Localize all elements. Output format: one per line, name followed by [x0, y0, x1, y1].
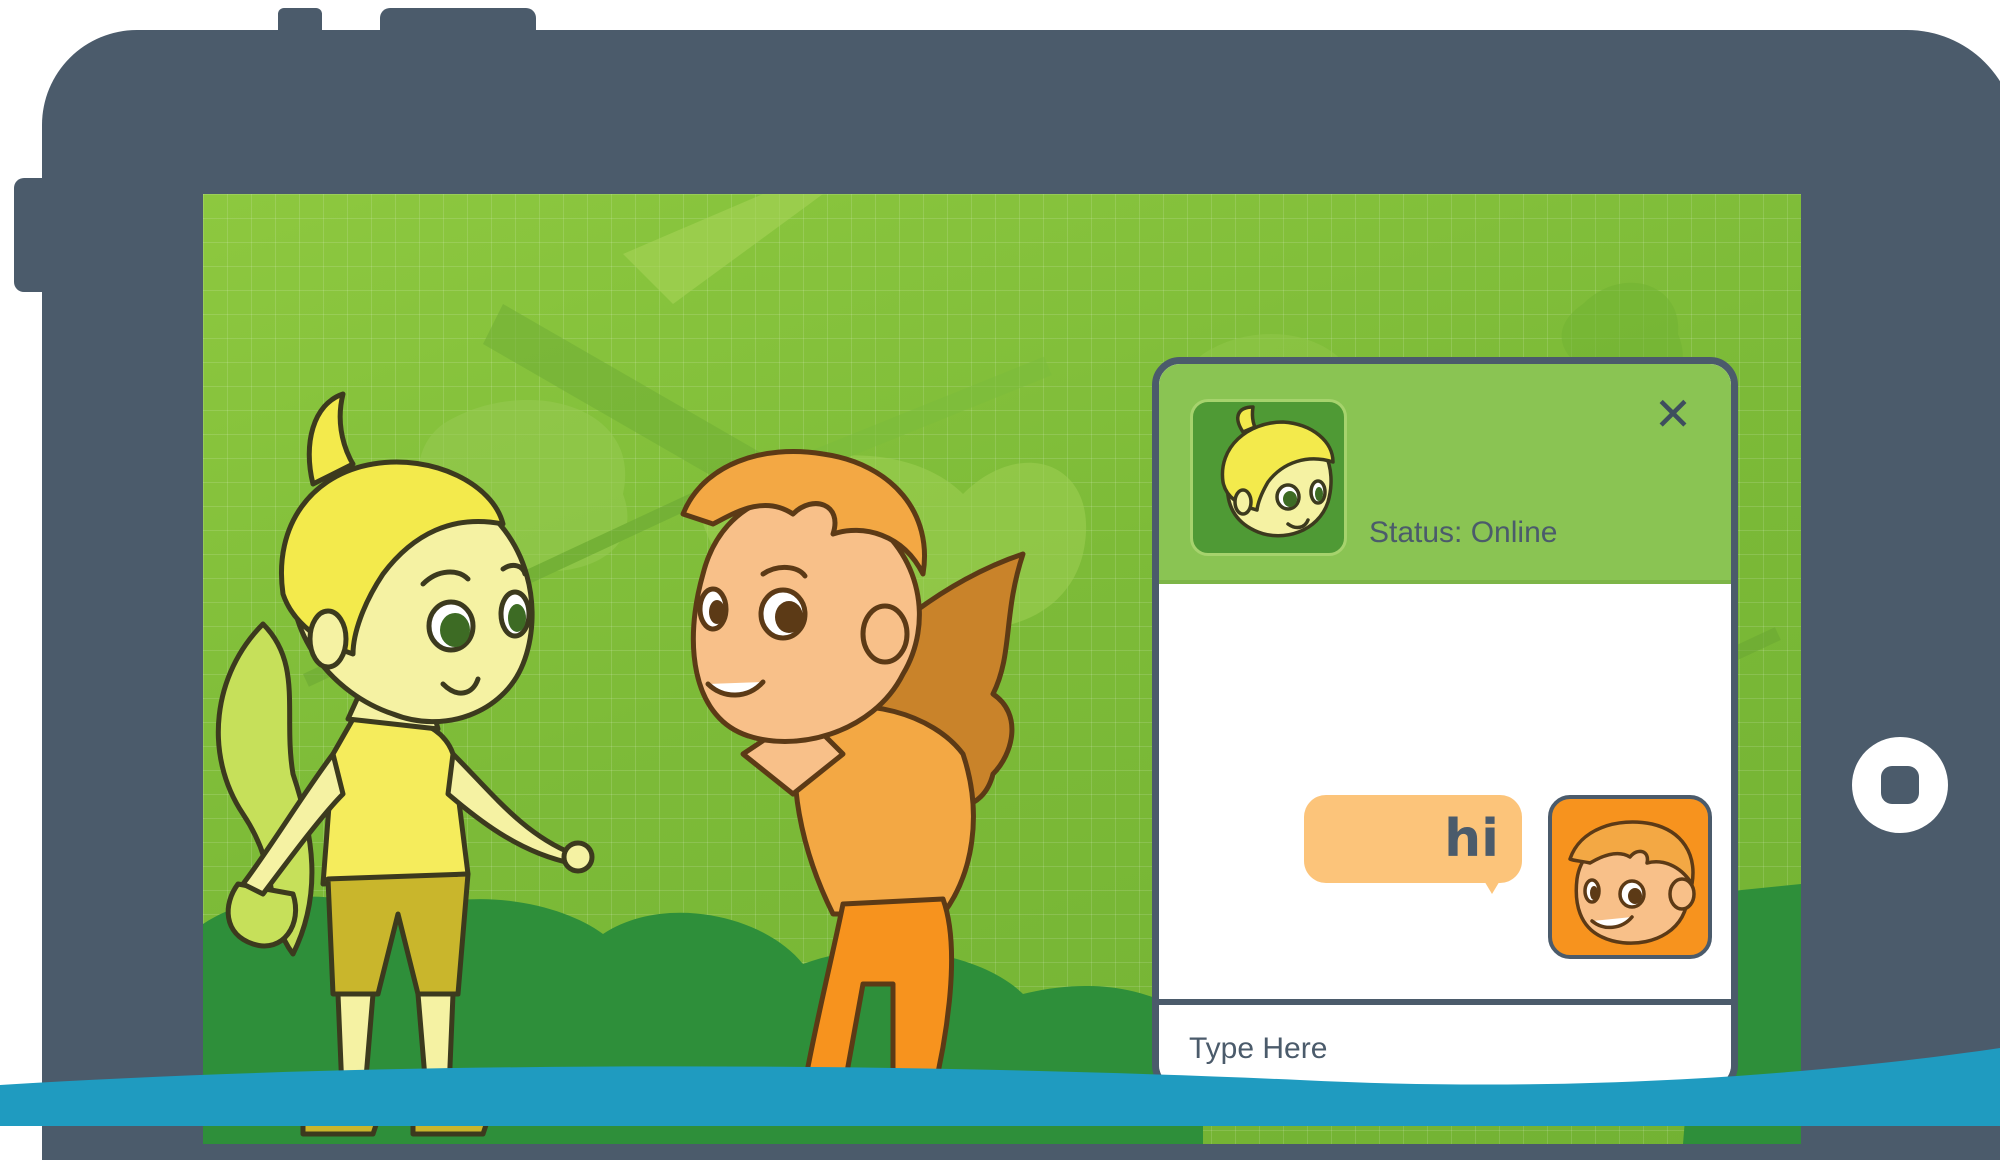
close-button[interactable]: ✕	[1649, 390, 1697, 438]
home-button-icon	[1881, 766, 1919, 804]
chat-status-text: Status: Online	[1369, 516, 1558, 549]
message-text: hi	[1444, 809, 1499, 869]
chat-window: Status: Online ✕ hi	[1152, 357, 1738, 1093]
close-icon: ✕	[1653, 387, 1693, 441]
contact-avatar	[1190, 399, 1347, 556]
bottom-wave	[0, 1048, 2000, 1126]
girl-avatar-icon	[1220, 405, 1335, 538]
illustration-stage: Status: Online ✕ hi	[0, 0, 2000, 1160]
sender-avatar	[1548, 795, 1712, 959]
chat-header: Status: Online ✕	[1159, 364, 1731, 584]
home-button[interactable]	[1852, 737, 1948, 833]
boy-avatar-icon	[1568, 820, 1696, 945]
